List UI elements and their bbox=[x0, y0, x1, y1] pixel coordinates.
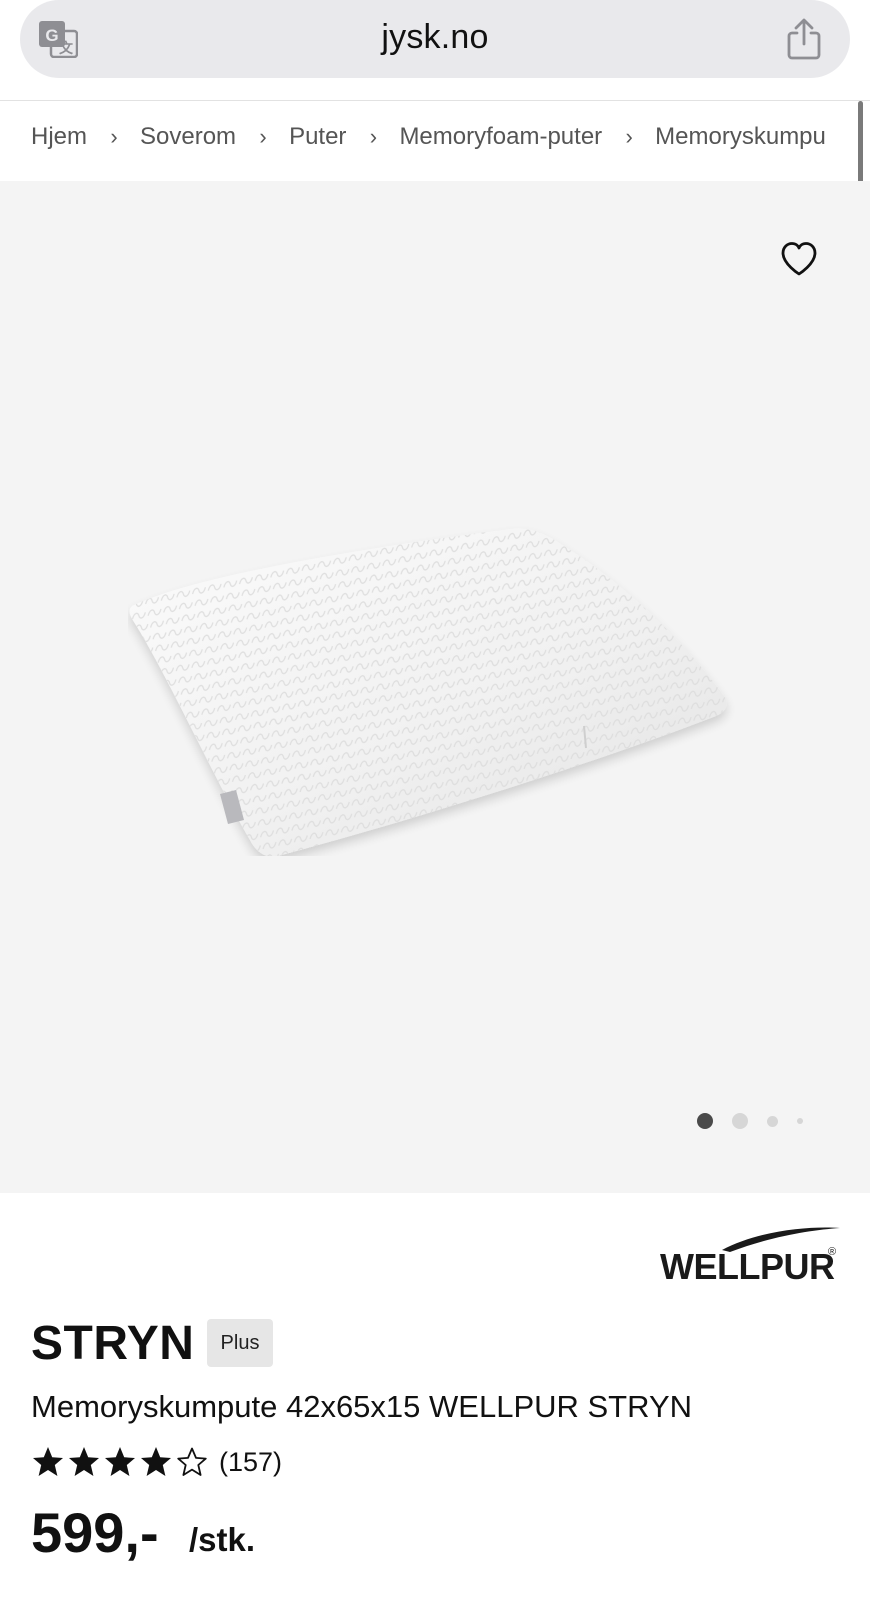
chevron-right-icon: › bbox=[110, 124, 118, 149]
breadcrumb-item-hjem[interactable]: Hjem bbox=[31, 123, 87, 151]
address-bar[interactable]: G 文 jysk.no bbox=[20, 0, 850, 78]
star-filled-icon bbox=[33, 1447, 63, 1476]
product-subtitle: Memoryskumpute 42x65x15 WELLPUR STRYN bbox=[31, 1389, 693, 1424]
breadcrumb-item-memoryfoam-puter[interactable]: Memoryfoam-puter bbox=[399, 123, 602, 151]
star-filled-icon bbox=[141, 1447, 171, 1476]
chevron-right-icon: › bbox=[625, 124, 633, 149]
brand-logo[interactable]: WELLPUR ® bbox=[660, 1224, 842, 1287]
star-filled-icon bbox=[105, 1447, 135, 1476]
chevron-right-icon: › bbox=[259, 124, 267, 149]
product-price: 599,- bbox=[31, 1501, 159, 1564]
breadcrumb-item-puter[interactable]: Puter bbox=[289, 123, 346, 151]
breadcrumb-item-memoryskumpute[interactable]: Memoryskumpu bbox=[655, 123, 826, 151]
product-image-gallery[interactable] bbox=[0, 181, 870, 1193]
product-image bbox=[129, 528, 727, 856]
product-rating[interactable]: (157) bbox=[31, 1442, 282, 1482]
share-icon[interactable] bbox=[786, 18, 822, 60]
price-unit: /stk. bbox=[189, 1521, 256, 1558]
breadcrumb-item-soverom[interactable]: Soverom bbox=[140, 123, 236, 151]
star-empty-icon bbox=[177, 1447, 207, 1476]
pagination-dot[interactable] bbox=[797, 1118, 803, 1124]
pagination-dot[interactable] bbox=[697, 1113, 713, 1129]
heart-icon[interactable] bbox=[780, 241, 818, 277]
brand-name: WELLPUR bbox=[660, 1246, 835, 1287]
pagination-dot[interactable] bbox=[732, 1113, 748, 1129]
product-title: STRYN bbox=[31, 1317, 195, 1370]
breadcrumb: Hjem › Soverom › Puter › Memoryfoam-pute… bbox=[0, 101, 870, 181]
rating-count[interactable]: (157) bbox=[219, 1447, 282, 1478]
gallery-pagination bbox=[697, 1113, 822, 1129]
registered-mark: ® bbox=[828, 1246, 837, 1258]
browser-toolbar: G 文 jysk.no bbox=[0, 0, 870, 101]
pagination-dot[interactable] bbox=[767, 1115, 778, 1127]
star-filled-icon bbox=[69, 1447, 99, 1476]
url-text[interactable]: jysk.no bbox=[20, 18, 850, 57]
plus-badge: Plus bbox=[207, 1319, 273, 1367]
chevron-right-icon: › bbox=[369, 124, 378, 149]
